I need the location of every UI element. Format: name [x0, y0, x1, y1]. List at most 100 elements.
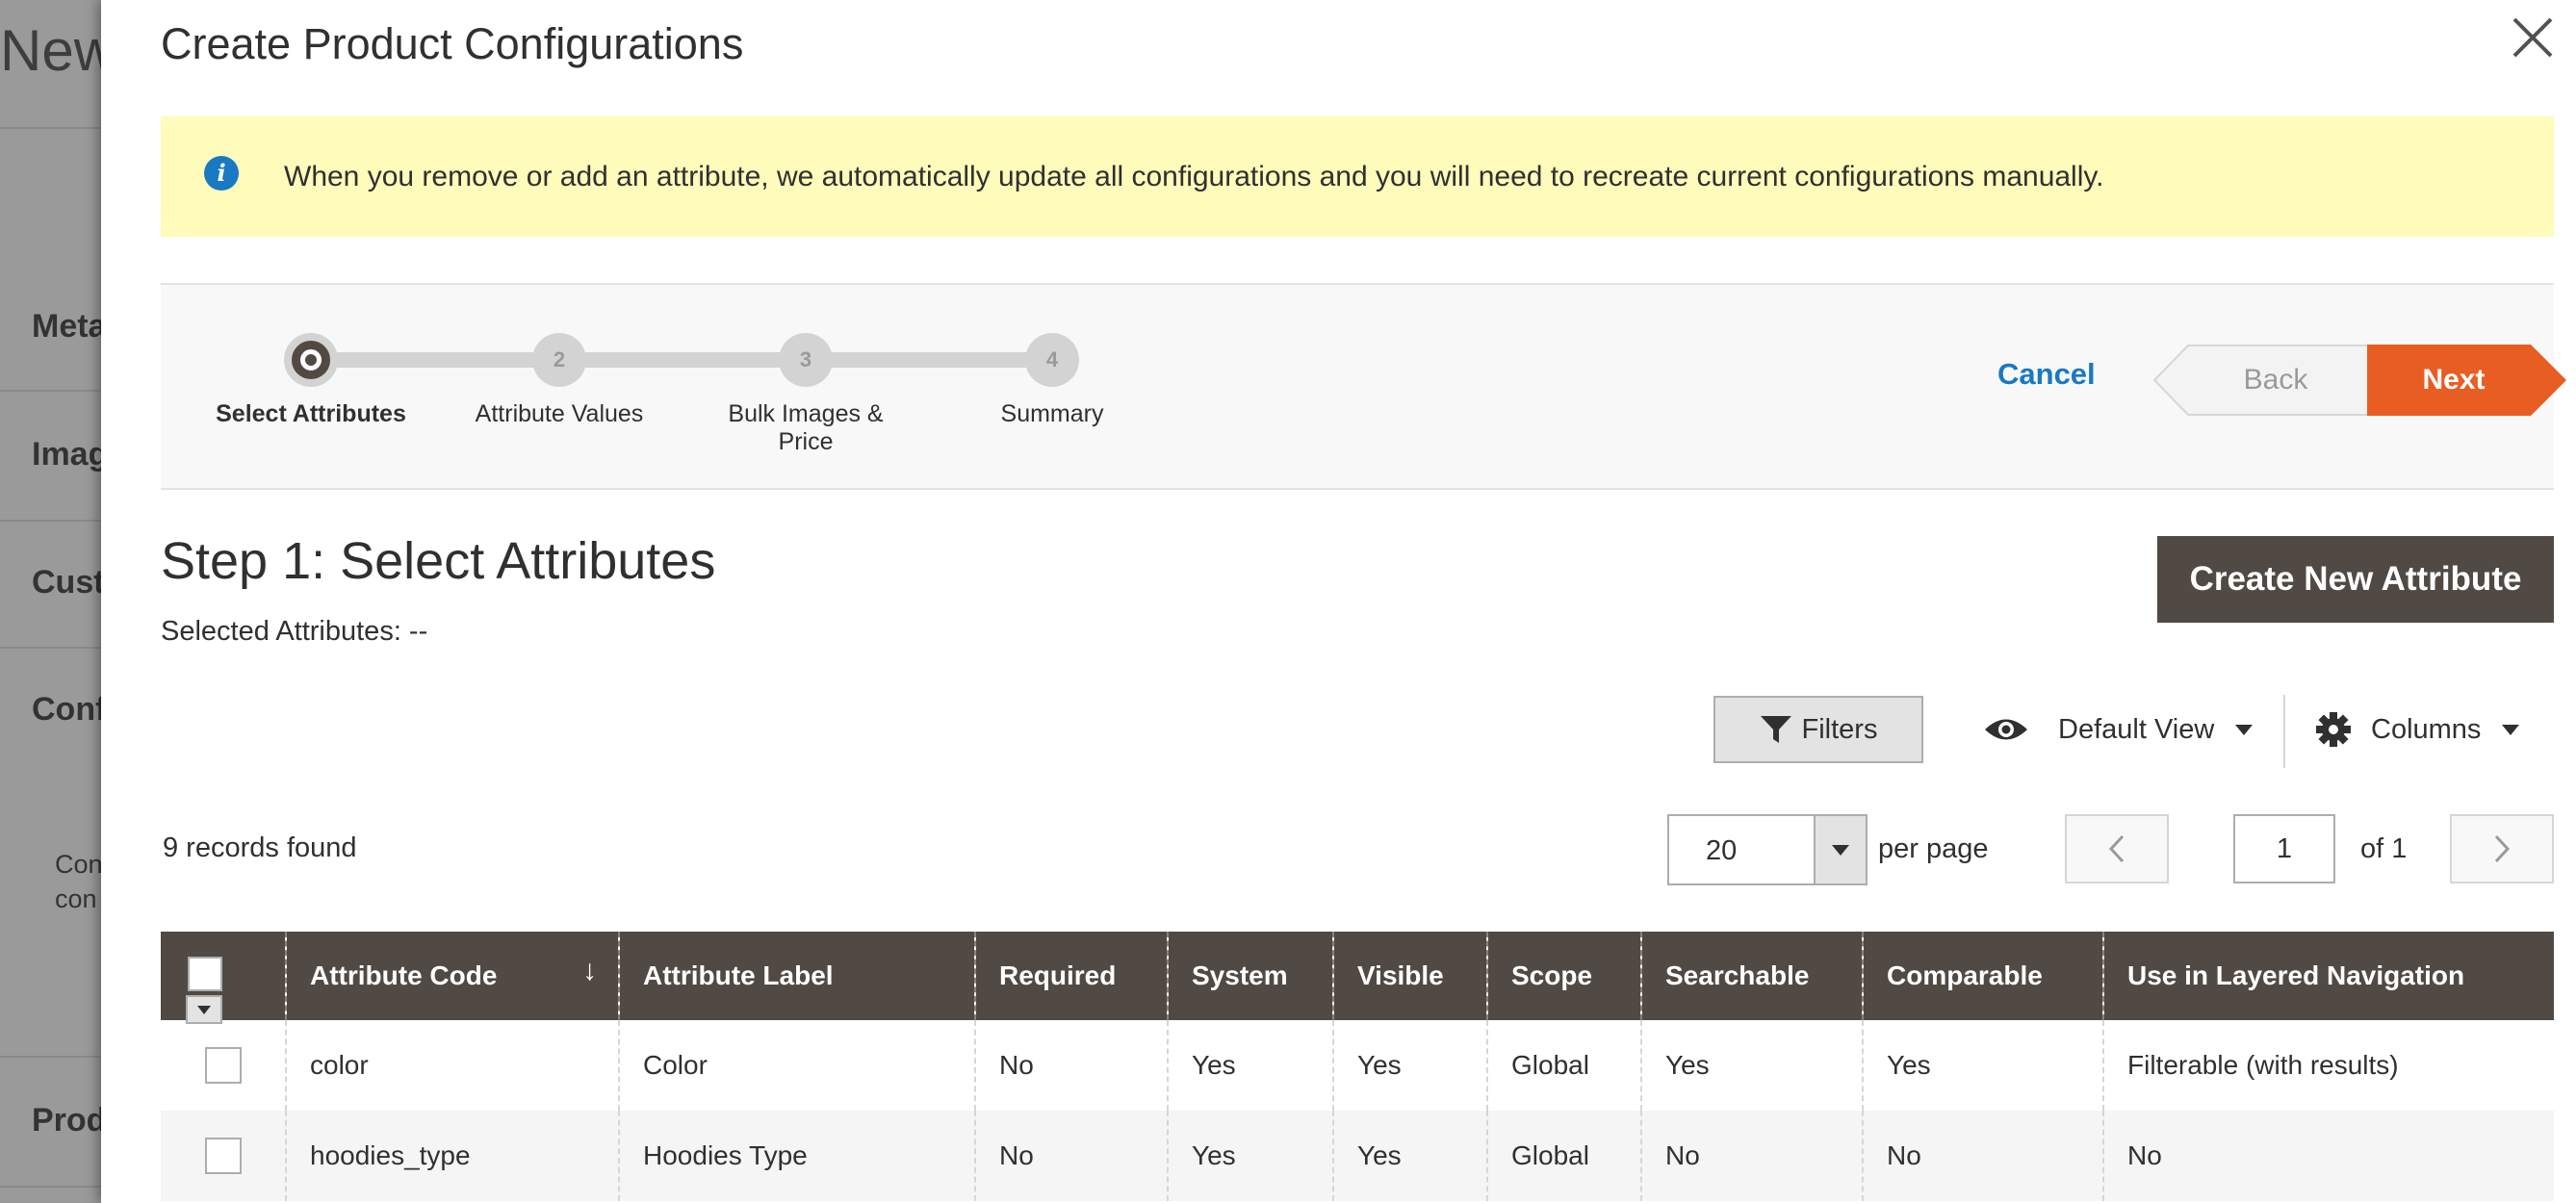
- previous-page-button[interactable]: [2065, 814, 2169, 883]
- column-header-attribute-code[interactable]: Attribute Code ↓: [285, 932, 619, 1020]
- notice-text: When you remove or add an attribute, we …: [284, 160, 2104, 192]
- background-divider: [0, 1186, 106, 1188]
- table-cell: Hoodies Type: [618, 1111, 975, 1201]
- table-cell: No: [2102, 1111, 2554, 1201]
- table-row[interactable]: hoodies_type Hoodies Type No Yes Yes Glo…: [161, 1111, 2554, 1201]
- table-cell: No: [974, 1020, 1168, 1111]
- background-divider: [0, 390, 106, 392]
- row-checkbox[interactable]: [204, 1047, 242, 1084]
- step-4-indicator: 4: [1025, 333, 1079, 387]
- background-section: Cust: [32, 564, 105, 601]
- column-header-use-in-layered-navigation[interactable]: Use in Layered Navigation: [2102, 932, 2554, 1020]
- selected-attributes-text: Selected Attributes: --: [161, 616, 428, 647]
- column-header-label: Attribute Code: [310, 960, 498, 990]
- column-header-attribute-label[interactable]: Attribute Label: [618, 932, 975, 1020]
- column-header-comparable[interactable]: Comparable: [1862, 932, 2103, 1020]
- close-icon[interactable]: [2509, 13, 2557, 62]
- per-page-dropdown-button[interactable]: [1814, 816, 1866, 883]
- background-page-title: New: [0, 18, 116, 83]
- filter-icon: [1760, 716, 1791, 743]
- step-heading: Step 1: Select Attributes: [161, 532, 716, 590]
- cancel-button[interactable]: Cancel: [1997, 357, 2096, 392]
- back-button[interactable]: Back: [2153, 345, 2369, 416]
- filters-button[interactable]: Filters: [1713, 696, 1923, 763]
- background-divider: [0, 1056, 106, 1058]
- default-view-label: Default View: [2058, 713, 2215, 745]
- background-divider: [0, 127, 106, 129]
- table-cell: No: [974, 1111, 1168, 1201]
- per-page-label: per page: [1878, 833, 1989, 864]
- background-divider: [0, 647, 106, 649]
- next-page-button[interactable]: [2450, 814, 2554, 883]
- column-header-searchable[interactable]: Searchable: [1640, 932, 1863, 1020]
- table-cell: Color: [618, 1020, 975, 1111]
- columns-dropdown[interactable]: Columns: [2315, 705, 2520, 754]
- chevron-left-icon: [2108, 834, 2125, 863]
- notice-message: i When you remove or add an attribute, w…: [161, 116, 2554, 237]
- columns-label: Columns: [2371, 713, 2482, 745]
- background-divider: [0, 520, 106, 522]
- background-text: con: [55, 884, 97, 913]
- filters-button-label: Filters: [1801, 713, 1878, 745]
- mass-select-header: [161, 932, 286, 1024]
- column-header-required[interactable]: Required: [974, 932, 1168, 1020]
- step-1-indicator: [284, 333, 338, 387]
- column-header-visible[interactable]: Visible: [1332, 932, 1487, 1020]
- sort-arrow-icon: ↓: [582, 955, 597, 986]
- table-cell: No: [1862, 1111, 2103, 1201]
- table-cell: Yes: [1332, 1020, 1487, 1111]
- attributes-grid: Attribute Code ↓ Attribute Label Required…: [161, 932, 2554, 1201]
- step-1-label: Select Attributes: [216, 400, 406, 427]
- table-cell: hoodies_type: [285, 1111, 619, 1201]
- wizard-steps-bar: 2 3 4 Select Attributes Attribute Values…: [161, 283, 2566, 490]
- records-found-count: 9 records found: [163, 832, 357, 863]
- background-section: Conf: [32, 691, 107, 728]
- toolbar-divider: [2283, 695, 2285, 768]
- table-cell: Yes: [1862, 1020, 2103, 1111]
- table-cell: No: [1640, 1111, 1863, 1201]
- table-cell: Global: [1486, 1020, 1641, 1111]
- background-section: Meta: [32, 308, 107, 345]
- column-header-system[interactable]: System: [1167, 932, 1333, 1020]
- chevron-down-icon: [1832, 844, 1849, 856]
- step-4-label: Summary: [1000, 400, 1104, 427]
- chevron-down-icon: [2502, 724, 2520, 735]
- table-row[interactable]: color Color No Yes Yes Global Yes Yes Fi…: [161, 1020, 2554, 1111]
- chevron-down-icon: [197, 1005, 211, 1014]
- row-select-cell: [161, 1111, 286, 1201]
- table-cell: color: [285, 1020, 619, 1111]
- chevron-right-icon: [2494, 834, 2511, 863]
- background-section: Prod: [32, 1102, 107, 1139]
- mass-select-dropdown[interactable]: [186, 995, 222, 1024]
- select-all-checkbox[interactable]: [188, 957, 222, 991]
- table-cell: Yes: [1167, 1111, 1333, 1201]
- step-2-label: Attribute Values: [475, 400, 644, 427]
- background-section: Imag: [32, 436, 109, 473]
- table-cell: Global: [1486, 1111, 1641, 1201]
- step-2-indicator: 2: [532, 333, 586, 387]
- step-3-label: Bulk Images & Price: [728, 400, 884, 455]
- table-cell: Yes: [1332, 1111, 1487, 1201]
- per-page-value: 20: [1706, 835, 1738, 866]
- next-button-label: Next: [2422, 364, 2486, 396]
- info-icon: i: [204, 155, 239, 191]
- create-new-attribute-button[interactable]: Create New Attribute: [2157, 536, 2554, 623]
- next-button[interactable]: Next: [2367, 345, 2567, 416]
- modal-title: Create Product Configurations: [161, 19, 744, 68]
- column-header-scope[interactable]: Scope: [1486, 932, 1641, 1020]
- per-page-select[interactable]: 20: [1667, 814, 1868, 885]
- step-3-indicator: 3: [779, 333, 833, 387]
- eye-icon: [1985, 719, 2027, 740]
- table-cell: Yes: [1640, 1020, 1863, 1111]
- table-cell: Yes: [1167, 1020, 1333, 1111]
- back-button-label: Back: [2243, 364, 2308, 396]
- row-checkbox[interactable]: [204, 1138, 242, 1174]
- wizard-progress-track: [313, 352, 1048, 368]
- background-text: Con: [55, 850, 103, 879]
- table-cell: Filterable (with results): [2102, 1020, 2554, 1111]
- default-view-dropdown[interactable]: Default View: [1983, 705, 2254, 754]
- chevron-down-icon: [2235, 724, 2254, 735]
- current-page-input[interactable]: [2233, 814, 2335, 883]
- gear-icon: [2316, 712, 2351, 747]
- create-product-configurations-modal: Create Product Configurations i When you…: [101, 0, 2576, 1203]
